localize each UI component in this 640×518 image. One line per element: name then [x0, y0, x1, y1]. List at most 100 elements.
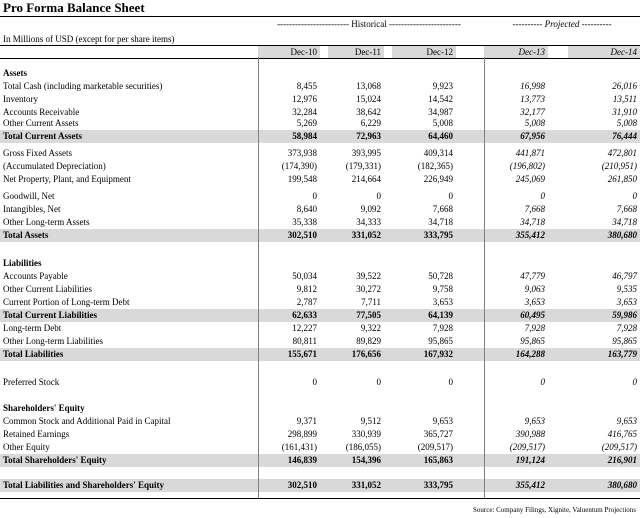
column-header-dec-10: Dec-10	[258, 46, 320, 58]
table-row-preferred-stock: Preferred Stock 0 0 0 0 0	[0, 376, 640, 389]
cell-dec-12: 9,653	[432, 416, 453, 426]
cell-dec-13: 34,718	[520, 217, 545, 227]
cell-dec-13: 47,779	[520, 271, 545, 281]
cell-dec-10: 373,938	[287, 148, 317, 158]
table-row-other-equity: Other Equity (161,431) (186,055) (209,517) (…	[0, 441, 640, 454]
total-row-total-liabilities-and-shareholders-equity: Total Liabilities and Shareholders' Equi…	[0, 479, 640, 492]
units-note: In Millions of USD (except for per share…	[3, 34, 175, 44]
cell-dec-13: 355,412	[515, 230, 545, 240]
cell-dec-11: (186,055)	[345, 442, 381, 452]
cell-dec-14: 0	[632, 377, 638, 387]
row-label: Shareholders' Equity	[3, 403, 85, 413]
cell-dec-14: 34,718	[612, 217, 637, 227]
table-row-intangibles-net: Intangibles, Net 8,640 9,092 7,668 7,668 7,66…	[0, 203, 640, 216]
total-row-total-assets: Total Assets 302,510 331,052 333,795 355,412…	[0, 229, 640, 242]
table-row-total-cash-including-marketable-securities: Total Cash (including marketable securit…	[0, 80, 640, 93]
cell-dec-12: (182,365)	[417, 161, 453, 171]
cell-dec-14: (210,951)	[601, 161, 637, 171]
cell-dec-13: 9,653	[524, 416, 545, 426]
table-row-other-current-liabilities: Other Current Liabilities 9,812 30,272 9,75…	[0, 283, 640, 296]
table-row-accumulated-depreciation: (Accumulated Depreciation) (174,390) (179,…	[0, 160, 640, 173]
cell-dec-12: 9,923	[432, 81, 453, 91]
cell-dec-10: 9,812	[296, 284, 317, 294]
cell-dec-12: 7,668	[432, 204, 453, 214]
cell-dec-14: 9,653	[616, 416, 637, 426]
total-row-total-current-assets: Total Current Assets 58,984 72,963 64,460 67…	[0, 130, 640, 143]
cell-dec-14: 472,801	[607, 148, 637, 158]
row-label: Total Shareholders' Equity	[3, 455, 107, 465]
row-label: Total Current Liabilities	[3, 310, 98, 320]
row-label: Other Long-term Assets	[3, 217, 90, 227]
cell-dec-10: 5,269	[296, 118, 317, 128]
cell-dec-13: 245,069	[515, 174, 545, 184]
row-label: Other Equity	[3, 442, 50, 452]
cell-dec-11: 39,522	[356, 271, 381, 281]
cell-dec-12: 226,949	[423, 174, 453, 184]
row-label: Total Liabilities	[3, 349, 64, 359]
row-label: Total Assets	[3, 230, 49, 240]
section-header-shareholders-equity: Shareholders' Equity	[0, 402, 640, 415]
table-row-other-long-term-liabilities: Other Long-term Liabilities 80,811 89,829 9…	[0, 335, 640, 348]
cell-dec-10: 146,839	[287, 455, 317, 465]
cell-dec-13: 16,998	[520, 81, 545, 91]
cell-dec-11: 9,322	[360, 323, 381, 333]
cell-dec-13: 441,871	[515, 148, 545, 158]
cell-dec-11: 331,052	[351, 480, 381, 490]
cell-dec-12: 7,928	[432, 323, 453, 333]
table-row-other-long-term-assets: Other Long-term Assets 35,338 34,333 34,718…	[0, 216, 640, 229]
cell-dec-13: 164,288	[515, 349, 545, 359]
cell-dec-13: 7,668	[524, 204, 545, 214]
cell-dec-14: 380,680	[607, 230, 637, 240]
cell-dec-11: 214,664	[351, 174, 381, 184]
cell-dec-11: 34,333	[356, 217, 381, 227]
cell-dec-12: 409,314	[423, 148, 453, 158]
cell-dec-12: (209,517)	[417, 442, 453, 452]
cell-dec-12: 64,460	[428, 131, 453, 141]
row-label: Assets	[3, 68, 27, 78]
cell-dec-12: 0	[448, 191, 454, 201]
cell-dec-12: 167,932	[423, 349, 453, 359]
cell-dec-11: 393,995	[351, 148, 381, 158]
cell-dec-10: 80,811	[292, 336, 317, 346]
cell-dec-13: 3,653	[524, 297, 545, 307]
cell-dec-10: 0	[312, 191, 318, 201]
historical-group-header: ------------------------ Historical ----…	[277, 19, 461, 29]
cell-dec-14: 416,765	[607, 429, 637, 439]
cell-dec-14	[568, 67, 640, 80]
table-row-common-stock-and-additional-paid-in-capital: Common Stock and Additional Paid in Capi…	[0, 415, 640, 428]
cell-dec-11: 89,829	[356, 336, 381, 346]
cell-dec-13: 191,124	[515, 455, 545, 465]
cell-dec-11: 176,656	[351, 349, 381, 359]
cell-dec-11: 154,396	[351, 455, 381, 465]
cell-dec-11: 330,939	[351, 429, 381, 439]
row-label: Current Portion of Long-term Debt	[3, 297, 130, 307]
cell-dec-14: 13,511	[612, 94, 637, 104]
cell-dec-10: 12,227	[292, 323, 317, 333]
cell-dec-10: 199,548	[287, 174, 317, 184]
cell-dec-11: 72,963	[356, 131, 381, 141]
cell-dec-12: 50,728	[428, 271, 453, 281]
table-row-inventory: Inventory 12,976 15,024 14,542 13,773 13,511	[0, 93, 640, 106]
projected-group-header: ---------- Projected ----------	[512, 19, 612, 29]
cell-dec-12: 14,542	[428, 94, 453, 104]
cell-dec-13	[484, 402, 548, 415]
cell-dec-13	[484, 257, 548, 270]
cell-dec-11: 0	[376, 377, 382, 387]
cell-dec-11	[328, 257, 384, 270]
title-divider	[0, 16, 640, 17]
cell-dec-10	[258, 402, 320, 415]
row-label: Retained Earnings	[3, 429, 70, 439]
table-row-retained-earnings: Retained Earnings 298,899 330,939 365,727 39…	[0, 428, 640, 441]
cell-dec-14: 59,986	[612, 310, 637, 320]
table-row-gross-fixed-assets: Gross Fixed Assets 373,938 393,995 409,314 4…	[0, 147, 640, 160]
row-label: Other Long-term Liabilities	[3, 336, 103, 346]
cell-dec-14: 95,865	[612, 336, 637, 346]
cell-dec-10: (161,431)	[281, 442, 317, 452]
cell-dec-13: (196,802)	[509, 161, 545, 171]
cell-dec-12: 333,795	[423, 230, 453, 240]
row-label: Net Property, Plant, and Equipment	[3, 174, 131, 184]
cell-dec-13: (209,517)	[509, 442, 545, 452]
cell-dec-13: 0	[540, 191, 546, 201]
cell-dec-11: 13,068	[356, 81, 381, 91]
total-row-total-shareholders-equity: Total Shareholders' Equity 146,839 154,396…	[0, 454, 640, 467]
